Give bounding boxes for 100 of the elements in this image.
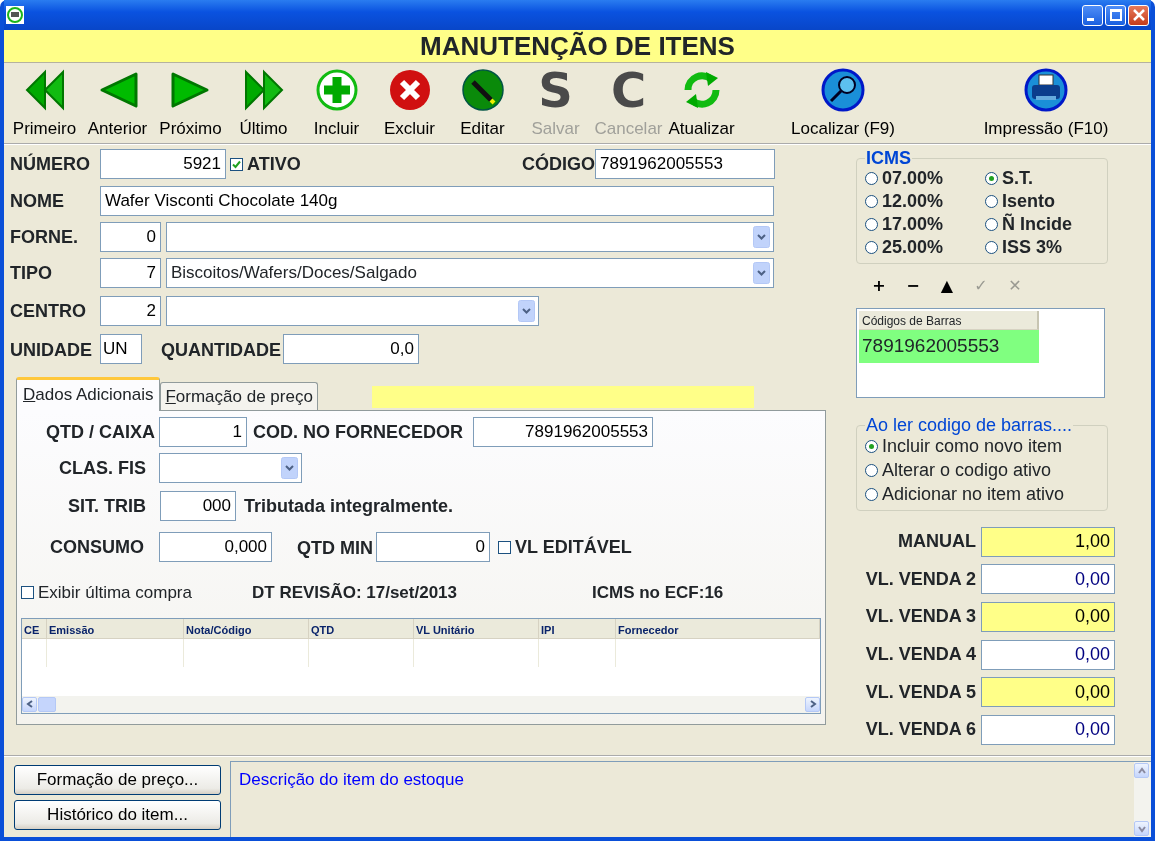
radio-option[interactable]: Isento: [985, 190, 1105, 213]
price-field[interactable]: 0,00: [981, 639, 1115, 670]
minimum-quantity-field[interactable]: 0: [376, 532, 490, 562]
radio-option[interactable]: 12.00%: [865, 190, 985, 213]
scroll-left-button[interactable]: [22, 696, 37, 712]
radio-button[interactable]: [985, 218, 998, 231]
radio-button[interactable]: [865, 195, 878, 208]
radio-option[interactable]: S.T.: [985, 167, 1105, 190]
list-row[interactable]: 7891962005553: [859, 330, 1039, 363]
code-field[interactable]: 7891962005553: [595, 149, 775, 179]
type-dropdown[interactable]: Biscoitos/Wafers/Doces/Salgado: [166, 258, 774, 288]
toolbar-button[interactable]: Próximo: [154, 68, 227, 142]
number-field[interactable]: 5921: [100, 149, 226, 179]
app-icon: [6, 6, 24, 24]
price-field[interactable]: 1,00: [981, 526, 1115, 557]
group-title: Ao ler codigo de barras....: [865, 416, 1074, 434]
field-label: VL. VENDA 5: [865, 680, 976, 704]
radio-button[interactable]: [865, 172, 878, 185]
checkbox[interactable]: [498, 540, 511, 554]
price-field[interactable]: 0,00: [981, 564, 1115, 595]
quantity-field[interactable]: 0,0: [283, 334, 419, 364]
toolbar-button[interactable]: Primeiro: [8, 68, 81, 142]
close-button[interactable]: [1128, 4, 1149, 26]
radio-button[interactable]: [985, 241, 998, 254]
checkbox-option[interactable]: VL EDITÁVEL: [498, 533, 632, 561]
name-field[interactable]: Wafer Visconti Chocolate 140g: [100, 186, 774, 216]
tab[interactable]: Formação de preço: [160, 381, 318, 410]
tab[interactable]: Dados Adicionais: [16, 376, 161, 411]
toolbar-button[interactable]: Atualizar: [665, 68, 738, 142]
maximize-icon[interactable]: [1109, 9, 1122, 21]
letter-icon: C: [606, 68, 651, 112]
price-field[interactable]: 0,00: [981, 714, 1115, 745]
checkbox[interactable]: [21, 586, 34, 600]
column-header: Nota/Código: [184, 618, 309, 638]
column-header: QTD: [309, 618, 414, 638]
action-button[interactable]: Formação de preço...: [14, 765, 221, 795]
toolbar-button[interactable]: Último: [227, 68, 300, 142]
price-field[interactable]: 0,00: [981, 602, 1115, 632]
type-id-field[interactable]: 7: [100, 258, 161, 288]
scroll-right-button[interactable]: [805, 696, 820, 712]
maximize-button[interactable]: [1105, 4, 1126, 26]
action-button[interactable]: Histórico do item...: [14, 800, 221, 830]
radio-option[interactable]: 07.00%: [865, 167, 985, 190]
toolbar-button[interactable]: ▲: [930, 274, 964, 298]
radio-button[interactable]: [865, 463, 878, 477]
consumption-field[interactable]: 0,000: [159, 532, 272, 562]
radio-option[interactable]: Ñ Incide: [985, 213, 1105, 236]
price-field[interactable]: 0,00: [981, 677, 1115, 708]
center-dropdown[interactable]: [166, 296, 539, 326]
toolbar-button[interactable]: Excluir: [373, 68, 446, 142]
supplier-code-field[interactable]: 7891962005553: [473, 417, 653, 447]
description-text: Descrição do item do estoque: [238, 769, 465, 791]
toolbar-button[interactable]: Incluir: [300, 68, 373, 142]
field-label: COD. NO FORNECEDOR: [253, 420, 463, 444]
field-label: DT REVISÃO: 17/set/2013: [252, 582, 459, 604]
scroll-thumb[interactable]: [38, 696, 56, 712]
group-title: ICMS: [865, 149, 912, 167]
horizontal-scrollbar[interactable]: [22, 695, 820, 713]
close-icon[interactable]: [1132, 9, 1145, 21]
pencil-icon: [460, 68, 505, 112]
checkbox-option[interactable]: Exibir última compra: [21, 580, 252, 606]
checkbox-option[interactable]: ATIVO: [230, 150, 301, 178]
radio-option[interactable]: Incluir como novo item: [865, 434, 1101, 458]
supplier-id-field[interactable]: 0: [100, 222, 161, 252]
minimize-button[interactable]: [1082, 4, 1103, 26]
toolbar-button[interactable]: Editar: [446, 68, 519, 142]
search-icon: [821, 68, 865, 112]
radio-option[interactable]: 17.00%: [865, 213, 985, 236]
toolbar-button[interactable]: +: [862, 274, 896, 298]
radio-button[interactable]: [985, 195, 998, 208]
vertical-scrollbar[interactable]: [1134, 762, 1151, 837]
fiscal-class-dropdown[interactable]: [159, 453, 302, 483]
radio-button[interactable]: [865, 218, 878, 231]
radio-option[interactable]: 25.00%: [865, 236, 985, 259]
quantity-per-box-field[interactable]: 1: [159, 417, 247, 447]
radio-option[interactable]: Adicionar no item ativo: [865, 482, 1101, 506]
radio-button[interactable]: [985, 172, 998, 185]
field-label: SIT. TRIB: [67, 494, 146, 518]
toolbar-button[interactable]: Impressão (F10): [971, 68, 1121, 142]
radio-option[interactable]: ISS 3%: [985, 236, 1105, 259]
radio-button[interactable]: [865, 241, 878, 254]
description-box[interactable]: Descrição do item do estoque: [230, 761, 1151, 837]
field-label: QTD / CAIXA: [45, 420, 155, 444]
field-label: VL. VENDA 3: [865, 605, 976, 629]
toolbar-button[interactable]: Localizar (F9): [778, 68, 908, 142]
radio-button[interactable]: [865, 439, 878, 453]
toolbar-button[interactable]: Anterior: [81, 68, 154, 142]
field-label: Tributada integralmente.: [244, 494, 454, 518]
tax-situation-field[interactable]: 000: [160, 491, 236, 521]
column-header: VL Unitário: [414, 618, 539, 638]
unit-field[interactable]: UN: [100, 334, 142, 364]
printer-icon: [1024, 68, 1068, 112]
plus-icon: [314, 68, 359, 112]
field-label: NÚMERO: [10, 152, 91, 176]
radio-button[interactable]: [865, 487, 878, 501]
checkbox[interactable]: [230, 157, 243, 171]
radio-option[interactable]: Alterar o codigo ativo: [865, 458, 1101, 482]
supplier-dropdown[interactable]: [166, 222, 774, 252]
center-id-field[interactable]: 2: [100, 296, 161, 326]
toolbar-button[interactable]: −: [896, 274, 930, 298]
